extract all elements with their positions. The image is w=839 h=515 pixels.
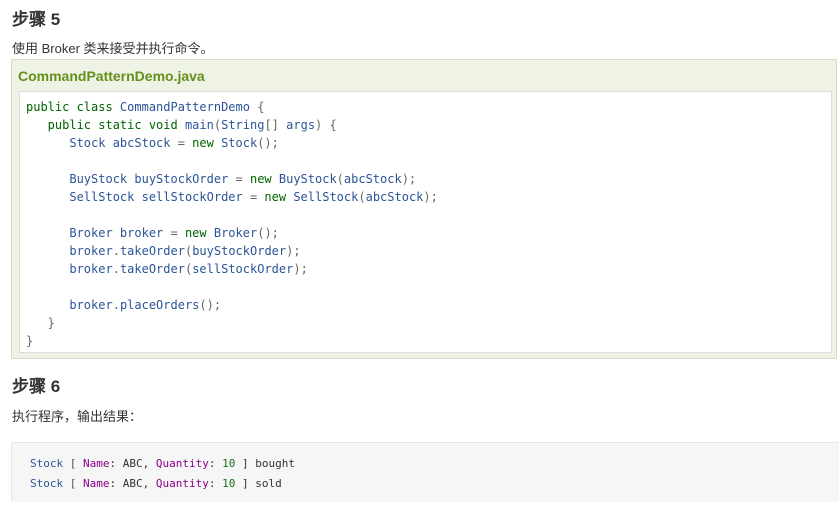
code-example-box: CommandPatternDemo.java public class Com… [11,59,837,359]
code-line: } [26,334,34,348]
code-line: public class CommandPatternDemo { [26,100,265,114]
output-line: Stock [ Name: ABC, Quantity: 10 ] sold [30,477,282,490]
step-5-description: 使用 Broker 类来接受并执行命令。 [12,41,214,56]
code-line: } [26,316,55,330]
step-6-heading: 步骤 6 [12,377,61,396]
code-line: public static void main(String[] args) { [26,118,337,132]
code-file-title: CommandPatternDemo.java [18,68,205,84]
step-6-description: 执行程序，输出结果： [12,409,143,424]
output-block[interactable]: Stock [ Name: ABC, Quantity: 10 ] bought… [11,442,839,502]
code-block[interactable]: public class CommandPatternDemo { public… [19,91,832,353]
code-line: Stock abcStock = new Stock(); [26,136,279,150]
step-5-heading: 步骤 5 [12,10,61,29]
code-line: SellStock sellStockOrder = new SellStock… [26,190,438,204]
code-line: broker.takeOrder(sellStockOrder); [26,262,308,276]
code-line: broker.takeOrder(buyStockOrder); [26,244,301,258]
code-line: Broker broker = new Broker(); [26,226,279,240]
code-line: broker.placeOrders(); [26,298,222,312]
code-line: BuyStock buyStockOrder = new BuyStock(ab… [26,172,417,186]
output-line: Stock [ Name: ABC, Quantity: 10 ] bought [30,457,295,470]
